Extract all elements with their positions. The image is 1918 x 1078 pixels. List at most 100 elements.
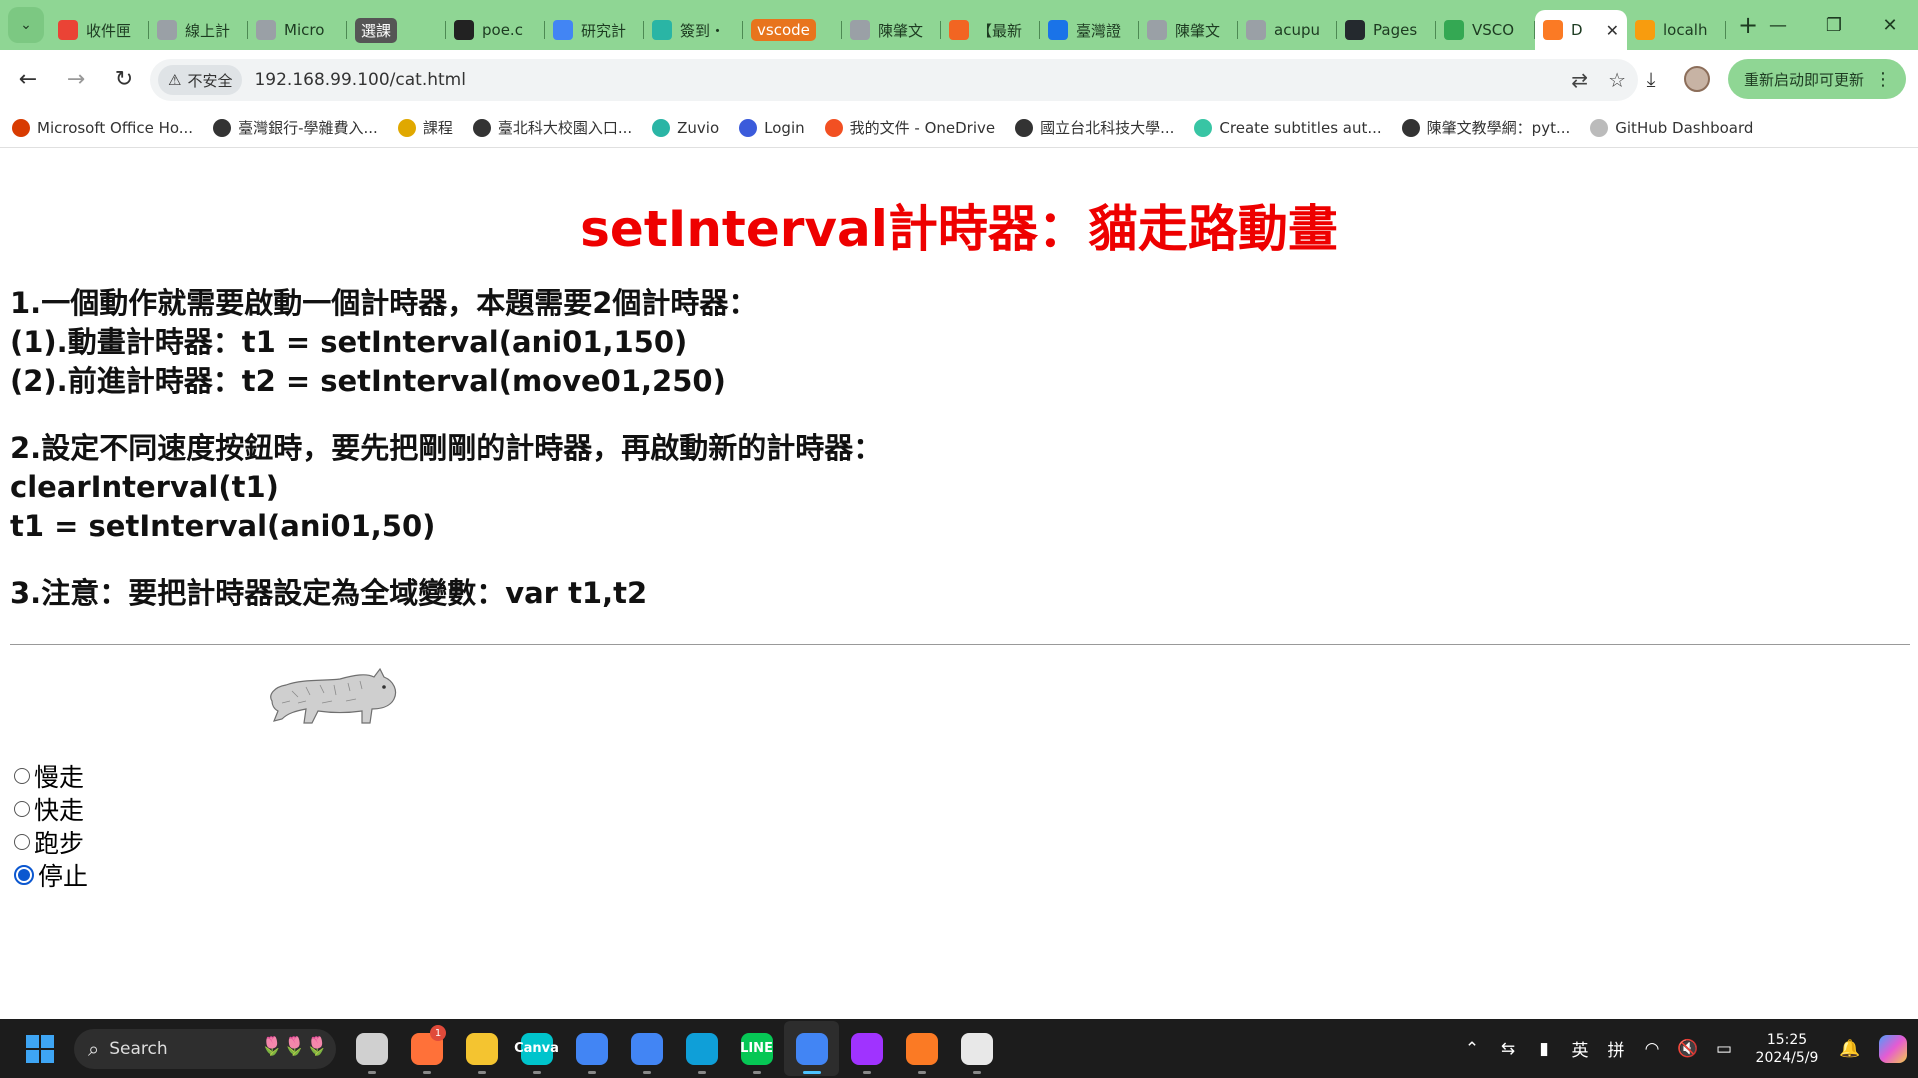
avatar: [1683, 66, 1710, 92]
warning-icon: ⚠: [168, 71, 182, 89]
taskbar-app[interactable]: [784, 1021, 839, 1076]
taskbar-app[interactable]: [949, 1021, 1004, 1076]
taskbar-app[interactable]: [619, 1021, 674, 1076]
download-icon: ⤓: [1646, 67, 1656, 91]
tab[interactable]: 【最新: [941, 10, 1040, 50]
speed-option[interactable]: 快走: [14, 792, 88, 825]
bookmark-item[interactable]: Zuvio: [652, 118, 719, 137]
copilot-button[interactable]: [1868, 1029, 1918, 1069]
radio-button[interactable]: [14, 800, 30, 817]
taskbar-search[interactable]: ⌕ Search 🌷🌷🌷: [74, 1028, 336, 1069]
tab[interactable]: poe.c: [446, 10, 545, 50]
url-text[interactable]: 192.168.99.100/cat.html: [254, 70, 465, 90]
ime-mode[interactable]: 拼: [1598, 1036, 1634, 1061]
tab[interactable]: Micro: [248, 10, 347, 50]
running-indicator: [477, 1071, 486, 1074]
tab[interactable]: localh: [1627, 10, 1726, 50]
bookmark-item[interactable]: 臺灣銀行-學雜費入...: [213, 117, 378, 138]
speed-option[interactable]: 跑步: [14, 825, 88, 858]
bookmark-item[interactable]: Microsoft Office Ho...: [12, 118, 193, 137]
microsoft-icon: [824, 118, 843, 137]
security-indicator[interactable]: ⚠ 不安全: [158, 65, 243, 95]
translate-icon[interactable]: ⇄: [1571, 68, 1588, 92]
restore-button[interactable]: ❐: [1806, 0, 1862, 50]
ime-language[interactable]: 英: [1562, 1036, 1598, 1061]
tab-title: D: [1571, 21, 1583, 39]
minimize-button[interactable]: —: [1750, 0, 1806, 50]
tab-active[interactable]: D ✕: [1535, 10, 1627, 50]
tab[interactable]: 陳肇文: [1139, 10, 1238, 50]
reload-button[interactable]: ↻: [104, 59, 144, 99]
profile-button[interactable]: [1674, 56, 1720, 102]
meter-icon[interactable]: ▮: [1526, 1039, 1562, 1059]
tab[interactable]: VSCO: [1436, 10, 1535, 50]
instruction-line: t1 = setInterval(ani01,50): [10, 509, 436, 543]
tab[interactable]: 臺灣證: [1040, 10, 1139, 50]
github-icon: [1590, 118, 1609, 137]
wifi-icon[interactable]: ◠: [1634, 1039, 1670, 1059]
tab[interactable]: 陳肇文: [842, 10, 941, 50]
taskbar-app[interactable]: [674, 1021, 729, 1076]
back-button[interactable]: ←: [8, 59, 48, 99]
bookmark-item[interactable]: Login: [739, 118, 805, 137]
forward-button[interactable]: →: [56, 59, 96, 99]
radio-button[interactable]: [14, 767, 30, 784]
taskbar-app[interactable]: 1: [399, 1021, 454, 1076]
tab[interactable]: vscode: [743, 10, 842, 50]
tab[interactable]: 收件匣: [50, 10, 149, 50]
running-indicator: [862, 1071, 871, 1074]
taskbar-app[interactable]: [564, 1021, 619, 1076]
radio-checked[interactable]: [14, 864, 34, 885]
taskbar-app[interactable]: LINE: [729, 1021, 784, 1076]
radio-button[interactable]: [14, 833, 30, 850]
taskbar-app[interactable]: Canva: [509, 1021, 564, 1076]
running-indicator: [587, 1071, 596, 1074]
taskbar-app[interactable]: [454, 1021, 509, 1076]
notification-bell-icon[interactable]: 🔔: [1832, 1039, 1868, 1059]
security-label: 不安全: [187, 71, 233, 90]
office-icon: [12, 118, 30, 137]
tab[interactable]: 研究計: [545, 10, 644, 50]
bookmark-item[interactable]: 臺北科大校園入口...: [472, 117, 632, 138]
bookmark-item[interactable]: 我的文件 - OneDrive: [824, 117, 995, 138]
downloads-button[interactable]: ⤓: [1628, 56, 1674, 102]
bookmark-label: Create subtitles aut...: [1219, 118, 1382, 137]
tab[interactable]: acupu: [1238, 10, 1337, 50]
subtitles-icon: [1194, 118, 1213, 137]
speed-option-label: 慢走: [34, 762, 85, 792]
globe-icon: [256, 20, 276, 40]
sync-icon[interactable]: ⇆: [1490, 1039, 1526, 1059]
tab[interactable]: 簽到・: [644, 10, 743, 50]
tab[interactable]: 選課: [347, 10, 446, 50]
chevron-up-icon[interactable]: ⌃: [1454, 1039, 1490, 1059]
speed-option[interactable]: 停止: [14, 858, 88, 891]
bookmark-item[interactable]: Create subtitles aut...: [1194, 118, 1382, 137]
bookmark-item[interactable]: GitHub Dashboard: [1590, 118, 1753, 137]
edge-icon: [685, 1032, 718, 1065]
tab[interactable]: Pages: [1337, 10, 1436, 50]
bookmark-label: 課程: [422, 119, 453, 137]
taskbar-app[interactable]: [839, 1021, 894, 1076]
bookmark-item[interactable]: 國立台北科技大學...: [1015, 117, 1174, 138]
tab-search-button[interactable]: ⌄: [8, 7, 44, 43]
copilot-icon: [1879, 1034, 1907, 1063]
clock[interactable]: 15:25 2024/5/9: [1742, 1031, 1832, 1067]
tab-title: vscode: [751, 19, 816, 41]
update-button[interactable]: 重新启动即可更新 ⋮: [1727, 59, 1906, 99]
tab-title: 簽到・: [680, 21, 726, 40]
bookmark-item[interactable]: 課程: [397, 117, 453, 138]
speaker-muted-icon[interactable]: 🔇: [1670, 1039, 1706, 1059]
chrome-icon: [575, 1032, 608, 1065]
taskbar-app[interactable]: [344, 1021, 399, 1076]
taskbar-app[interactable]: [894, 1021, 949, 1076]
start-button[interactable]: [20, 1029, 60, 1069]
speed-option[interactable]: 慢走: [14, 759, 88, 792]
bookmark-item[interactable]: 陳肇文教學網：pyt...: [1401, 117, 1570, 138]
tab[interactable]: 線上計: [149, 10, 248, 50]
close-tab-icon[interactable]: ✕: [1606, 21, 1619, 40]
running-indicator: [367, 1071, 376, 1074]
address-bar[interactable]: ⚠ 不安全 192.168.99.100/cat.html ⇄ ☆: [150, 59, 1638, 101]
close-window-button[interactable]: ✕: [1862, 0, 1918, 50]
bookmark-star-icon[interactable]: ☆: [1608, 68, 1626, 92]
battery-icon[interactable]: ▭: [1706, 1039, 1742, 1059]
